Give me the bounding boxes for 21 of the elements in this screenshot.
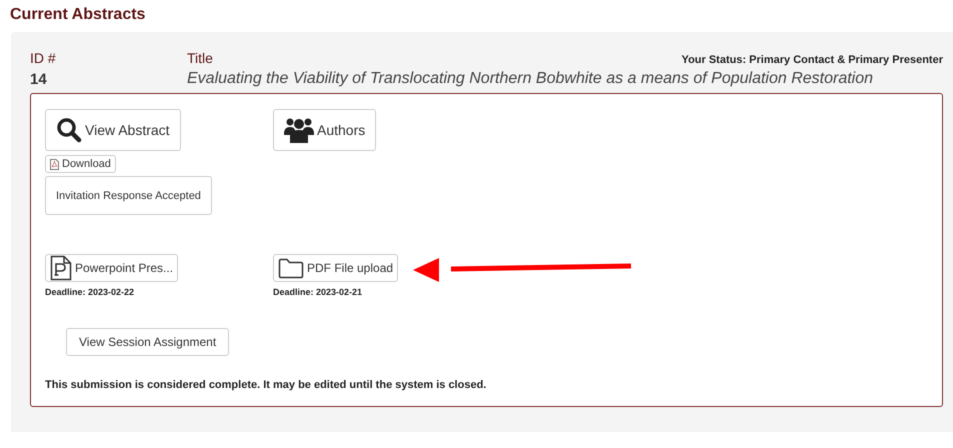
search-icon	[56, 117, 82, 143]
upload-button[interactable]: Powerpoint Pres...	[45, 254, 178, 282]
section-heading: Current Abstracts	[9, 5, 146, 25]
invitation-status-button[interactable]: Invitation Response Accepted	[45, 176, 212, 215]
completion-note: This submission is considered complete. It may be edited until the system is closed.	[45, 379, 488, 391]
status-text: Your Status: Primary Contact & Primary Presenter	[682, 54, 943, 66]
document-icon	[50, 255, 72, 281]
upload-button[interactable]: PDF File upload	[273, 254, 398, 282]
folder-icon	[278, 258, 304, 278]
users-icon	[284, 117, 314, 143]
title-label: Title	[187, 50, 214, 66]
download-button[interactable]: Download	[45, 155, 116, 173]
authors-button[interactable]: Authors	[273, 109, 376, 151]
id-label: ID #	[30, 50, 57, 66]
session-button[interactable]: View Session Assignment	[66, 328, 230, 356]
deadline-text: Deadline: 2023-02-22	[45, 287, 134, 297]
view-abstract-button[interactable]: View Abstract	[45, 109, 181, 151]
abstract-title: Evaluating the Viability of Translocating Northern Bobwhite as a means of Population Restoration	[187, 70, 874, 88]
deadline-text: Deadline: 2023-02-21	[273, 287, 362, 297]
pdf-file-icon	[50, 158, 59, 170]
abstract-id: 14	[30, 70, 48, 88]
